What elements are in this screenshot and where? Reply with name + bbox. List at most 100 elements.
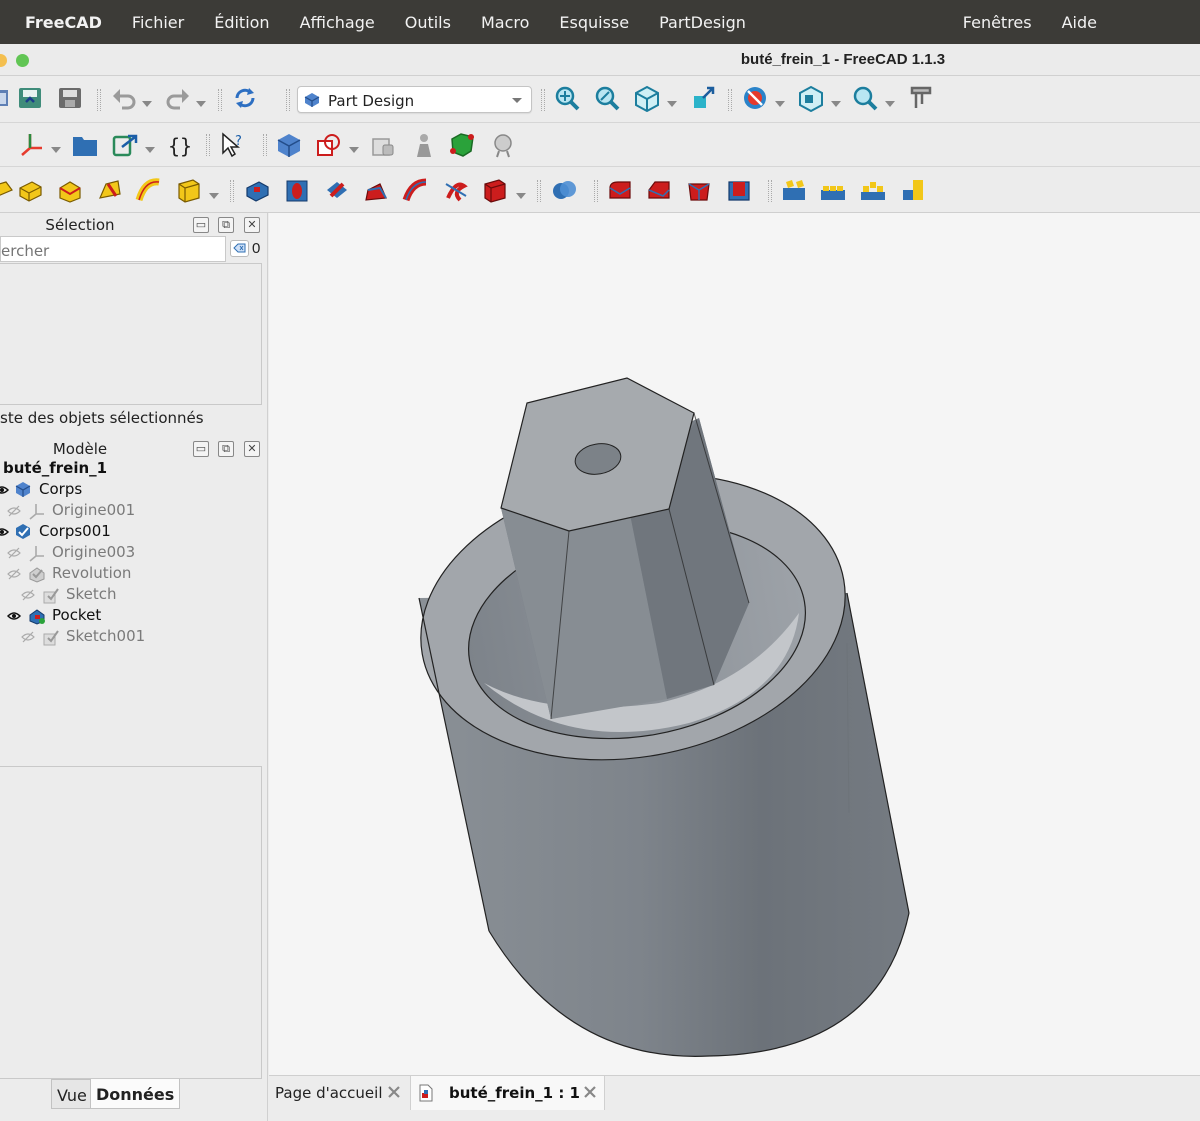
search-clear-icon[interactable] [230, 240, 249, 257]
menu-macro[interactable]: Macro [466, 13, 544, 32]
save-icon[interactable] [56, 84, 84, 112]
views-dropdown-chevron-icon[interactable] [667, 95, 677, 107]
sketch-icon [43, 630, 59, 646]
property-view[interactable] [0, 766, 262, 1079]
open-icon[interactable] [0, 84, 14, 112]
panel-dock-icon[interactable]: ▭ [193, 217, 209, 233]
tab-vue[interactable]: Vue [51, 1079, 93, 1109]
panel-close-icon[interactable]: ✕ [244, 441, 260, 457]
loft-icon[interactable] [96, 176, 124, 204]
primitive-dropdown-chevron-icon[interactable] [209, 187, 219, 199]
groove-icon[interactable] [323, 176, 351, 204]
pocket-icon[interactable] [243, 176, 271, 204]
revolution-icon[interactable] [56, 176, 84, 204]
sketch-figure-icon[interactable] [410, 131, 438, 159]
menu-edition[interactable]: Édition [199, 13, 284, 32]
linear-pattern-icon[interactable] [819, 176, 847, 204]
measure-icon[interactable] [906, 84, 934, 112]
macro-braces-icon[interactable]: {} [166, 131, 194, 159]
pad-icon[interactable] [16, 176, 44, 204]
mirrored-icon[interactable] [780, 176, 808, 204]
fit-all-icon[interactable] [553, 84, 581, 112]
selection-search-input[interactable] [0, 236, 226, 262]
subtractive-dropdown-chevron-icon[interactable] [516, 187, 526, 199]
tab-donnees[interactable]: Données [90, 1079, 181, 1109]
chamfer-icon[interactable] [645, 176, 673, 204]
thickness-icon[interactable] [725, 176, 753, 204]
close-icon[interactable] [386, 1084, 402, 1100]
clone-icon[interactable] [370, 131, 398, 159]
redo-icon[interactable] [164, 84, 192, 112]
polar-pattern-icon[interactable] [859, 176, 887, 204]
save-as-icon[interactable] [16, 84, 44, 112]
menu-affichage[interactable]: Affichage [285, 13, 390, 32]
panel-float-icon[interactable]: ⧉ [218, 217, 234, 233]
boolean-icon[interactable] [550, 176, 578, 204]
axis-dropdown-chevron-icon[interactable] [51, 141, 61, 153]
redo-dropdown-chevron-icon[interactable] [196, 95, 206, 107]
eye-hidden-icon[interactable] [7, 505, 21, 517]
fit-selection-icon[interactable] [593, 84, 621, 112]
eye-visible-icon[interactable] [0, 526, 9, 538]
eye-visible-icon[interactable] [0, 484, 9, 496]
additive-primitive-icon[interactable] [175, 176, 203, 204]
undo-icon[interactable] [110, 84, 138, 112]
view-selection-icon[interactable] [689, 84, 717, 112]
zoom-dropdown-chevron-icon[interactable] [885, 95, 895, 107]
tree-label: Pocket [52, 606, 102, 624]
shape-binder-icon[interactable] [315, 131, 343, 159]
link-icon[interactable] [111, 131, 139, 159]
isometric-view-icon[interactable] [633, 84, 661, 113]
document-name: buté_frein_1 [3, 459, 108, 477]
tab-bute-frein[interactable]: buté_frein_1 : 1 [410, 1076, 605, 1110]
binder-dropdown-chevron-icon[interactable] [349, 141, 359, 153]
eye-hidden-icon[interactable] [7, 568, 21, 580]
eye-visible-icon[interactable] [7, 610, 21, 622]
draw-style-icon[interactable] [741, 84, 769, 112]
menu-fenetres[interactable]: Fenêtres [948, 13, 1047, 32]
close-icon[interactable] [582, 1084, 598, 1100]
toolbar-separator [230, 180, 234, 202]
subtractive-helix-icon[interactable] [442, 176, 470, 204]
menu-outils[interactable]: Outils [390, 13, 466, 32]
panel-close-icon[interactable]: ✕ [244, 217, 260, 233]
draw-style-dropdown-chevron-icon[interactable] [775, 95, 785, 107]
eye-hidden-icon[interactable] [21, 589, 35, 601]
std-views-icon[interactable] [797, 84, 825, 113]
panel-float-icon[interactable]: ⧉ [218, 441, 234, 457]
undo-dropdown-chevron-icon[interactable] [142, 95, 152, 107]
tool-icon[interactable] [489, 131, 517, 159]
subtractive-pipe-icon[interactable] [402, 176, 430, 204]
panel-dock-icon[interactable]: ▭ [193, 441, 209, 457]
workbench-selector[interactable]: Part Design [297, 86, 532, 113]
body-icon[interactable] [275, 131, 303, 159]
zoom-window-icon[interactable] [16, 54, 29, 67]
folder-icon[interactable] [71, 131, 99, 159]
zoom-icon[interactable] [851, 84, 879, 112]
pipe-icon[interactable] [135, 176, 163, 204]
fillet-icon[interactable] [606, 176, 634, 204]
subtractive-loft-icon[interactable] [362, 176, 390, 204]
link-dropdown-chevron-icon[interactable] [145, 141, 155, 153]
menu-app-freecad[interactable]: FreeCAD [0, 13, 117, 32]
draft-icon[interactable] [685, 176, 713, 204]
multi-transform-icon[interactable] [899, 176, 927, 204]
pad-partial-icon[interactable] [0, 176, 16, 204]
eye-hidden-icon[interactable] [7, 547, 21, 559]
subtractive-primitive-icon[interactable] [481, 176, 509, 204]
tab-page-accueil[interactable]: Page d'accueil [269, 1076, 410, 1110]
sketch-green-icon[interactable] [449, 131, 477, 159]
selection-list[interactable] [0, 263, 262, 405]
3d-viewport[interactable] [269, 213, 1200, 1075]
eye-hidden-icon[interactable] [21, 631, 35, 643]
std-views-dropdown-chevron-icon[interactable] [831, 95, 841, 107]
menu-aide[interactable]: Aide [1047, 13, 1112, 32]
axis-cross-icon[interactable] [18, 130, 46, 158]
origin-icon [29, 546, 44, 562]
whats-this-icon[interactable]: ? [219, 131, 247, 159]
menu-fichier[interactable]: Fichier [117, 13, 199, 32]
menu-partdesign[interactable]: PartDesign [644, 13, 761, 32]
refresh-icon[interactable] [231, 84, 259, 112]
menu-esquisse[interactable]: Esquisse [544, 13, 644, 32]
hole-icon[interactable] [283, 176, 311, 204]
